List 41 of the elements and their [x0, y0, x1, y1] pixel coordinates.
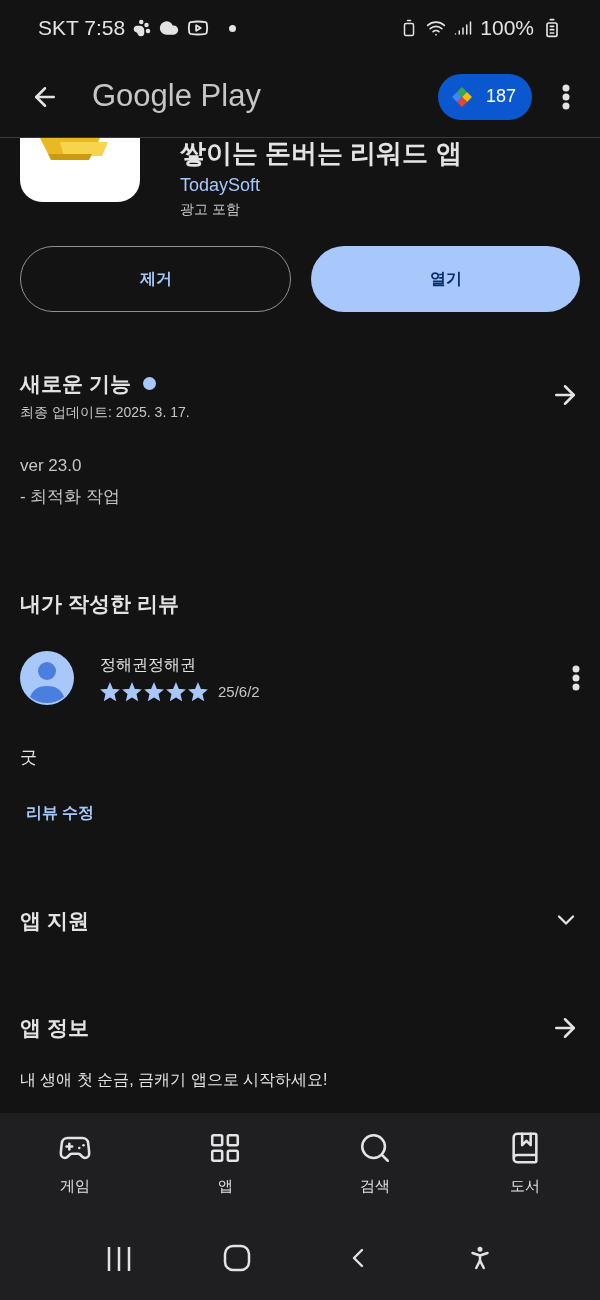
- more-icon: [572, 665, 580, 691]
- star-icon: [188, 682, 208, 702]
- more-button[interactable]: [562, 83, 570, 110]
- nav-tab[interactable]: 앱: [150, 1130, 300, 1198]
- status-time: SKT 7:58: [38, 15, 126, 42]
- wifi-icon: [426, 18, 447, 38]
- avatar-icon: [20, 651, 74, 705]
- app-icon: [20, 138, 140, 202]
- points-badge[interactable]: 187: [437, 73, 532, 120]
- cloud-icon: [159, 18, 180, 38]
- edit-review-link[interactable]: 리뷰 수정: [26, 803, 95, 821]
- star-icon: [144, 682, 164, 702]
- star-icon: [122, 682, 142, 702]
- star-icon: [100, 682, 120, 702]
- update-date: 최종 업데이트: 2025. 3. 17.: [20, 402, 191, 422]
- review-date: 25/6/2: [218, 681, 260, 702]
- app-description: 내 생애 첫 순금, 금캐기 앱으로 시작하세요!: [20, 1069, 329, 1090]
- app-title: 쌓이는 돈버는 리워드 앱: [180, 138, 462, 168]
- signal-icon: [454, 19, 473, 37]
- star-icon: [166, 682, 186, 702]
- developer-link[interactable]: TodaySoft: [180, 172, 462, 199]
- paw-icon: [133, 19, 152, 37]
- nav-tab[interactable]: 검색: [300, 1130, 450, 1198]
- review-text: 굿: [19, 747, 38, 769]
- battery-level: 100%: [480, 15, 534, 42]
- more-button[interactable]: [572, 665, 580, 691]
- recents-icon[interactable]: [105, 1244, 132, 1271]
- section-title: 새로운 기능: [20, 371, 131, 397]
- section-title: 내가 작성한 리뷰: [19, 590, 180, 617]
- release-note: - 최적화 작업: [20, 486, 122, 508]
- open-button[interactable]: 열기: [311, 246, 580, 312]
- nav-tab[interactable]: 게임: [0, 1130, 150, 1198]
- release-note: ver 23.0: [20, 454, 83, 477]
- nav-tab[interactable]: 도서: [450, 1130, 600, 1198]
- ads-label: 광고 포함: [180, 200, 241, 219]
- more-icon: [562, 83, 570, 110]
- section-title: 앱 정보: [20, 1015, 89, 1041]
- store-title: Google Play: [92, 77, 261, 116]
- home-icon[interactable]: [222, 1243, 251, 1272]
- section-title: 앱 지원: [20, 907, 89, 934]
- reviewer-name: 정해권정해권: [100, 654, 197, 675]
